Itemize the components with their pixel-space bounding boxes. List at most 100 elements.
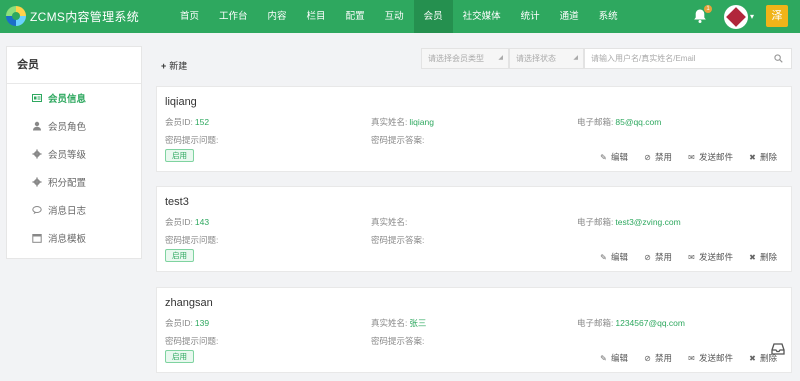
search-input[interactable]: 请输入用户名/真实姓名/Email bbox=[584, 48, 792, 69]
pwd-question-field: 密码提示问题: bbox=[165, 235, 219, 245]
delete-button[interactable]: ✖ 删除 bbox=[748, 251, 777, 263]
chevron-down-icon: ◢ bbox=[498, 55, 503, 61]
member-card: zhangsan 会员ID: 139 真实姓名: 张三 电子邮箱: 1234567@q… bbox=[156, 287, 792, 373]
sidebar-item-label: 消息日志 bbox=[48, 206, 87, 217]
edit-icon: ✎ bbox=[600, 252, 607, 262]
ban-icon: ⊘ bbox=[644, 353, 651, 363]
search-icon[interactable] bbox=[774, 54, 783, 63]
member-id-value: 139 bbox=[194, 318, 210, 328]
disable-button[interactable]: ⊘ 禁用 bbox=[643, 151, 672, 163]
edit-button[interactable]: ✎ 编辑 bbox=[599, 151, 628, 163]
inbox-icon[interactable] bbox=[770, 341, 786, 357]
notification-badge: 1 bbox=[704, 5, 712, 13]
ban-icon: ⊘ bbox=[644, 152, 651, 162]
sidebar-item-member-level[interactable]: 会员等级 bbox=[7, 140, 141, 168]
sidebar-item-points-config[interactable]: 积分配置 bbox=[7, 168, 141, 196]
status-select[interactable]: 请选择状态 ◢ bbox=[509, 48, 584, 69]
pwd-question-field: 密码提示问题: bbox=[165, 336, 219, 346]
nav-item-home[interactable]: 首页 bbox=[170, 0, 209, 33]
disable-button[interactable]: ⊘ 禁用 bbox=[643, 251, 672, 263]
nav-item-column[interactable]: 栏目 bbox=[297, 0, 336, 33]
top-nav-bar: ZCMS内容管理系统 首页 工作台 内容 栏目 配置 互动 会员 社交媒体 统计… bbox=[0, 0, 800, 33]
email-field: 电子邮箱: test3@zving.com bbox=[577, 217, 681, 227]
pwd-answer-field: 密码提示答案: bbox=[371, 135, 425, 145]
sidebar-item-member-info[interactable]: 会员信息 bbox=[7, 84, 141, 112]
mail-icon: ✉ bbox=[688, 152, 695, 162]
member-id-value: 143 bbox=[194, 217, 210, 227]
sidebar-item-label: 会员信息 bbox=[48, 94, 87, 105]
status-badge: 启用 bbox=[165, 249, 194, 262]
pwd-question-field: 密码提示问题: bbox=[165, 135, 219, 145]
member-card: liqiang 会员ID: 152 真实姓名: liqiang 电子邮箱: 85@qq… bbox=[156, 86, 792, 172]
member-type-select[interactable]: 请选择会员类型 ◢ bbox=[421, 48, 509, 69]
member-id-field: 会员ID: 139 bbox=[165, 318, 210, 328]
main-nav: 首页 工作台 内容 栏目 配置 互动 会员 社交媒体 统计 通道 系统 bbox=[170, 0, 628, 33]
sidebar-item-label: 会员角色 bbox=[48, 122, 87, 133]
sidebar-item-member-role[interactable]: 会员角色 bbox=[7, 112, 141, 140]
close-icon: ✖ bbox=[749, 152, 756, 162]
nav-item-statistics[interactable]: 统计 bbox=[511, 0, 550, 33]
email-value: test3@zving.com bbox=[615, 217, 681, 227]
email-field: 电子邮箱: 85@qq.com bbox=[577, 117, 662, 127]
plus-icon: + bbox=[161, 61, 167, 71]
nav-item-system[interactable]: 系统 bbox=[589, 0, 628, 33]
email-value: 1234567@qq.com bbox=[615, 318, 685, 328]
mail-icon: ✉ bbox=[688, 353, 695, 363]
edit-icon: ✎ bbox=[600, 353, 607, 363]
user-icon bbox=[33, 121, 41, 131]
member-type-placeholder: 请选择会员类型 bbox=[428, 54, 484, 63]
status-badge: 启用 bbox=[165, 149, 194, 162]
member-username: test3 bbox=[165, 196, 189, 208]
send-mail-button[interactable]: ✉ 发送邮件 bbox=[687, 151, 733, 163]
calendar-icon bbox=[32, 234, 42, 243]
edit-icon: ✎ bbox=[600, 152, 607, 162]
nav-item-member[interactable]: 会员 bbox=[413, 0, 453, 33]
real-name-field: 真实姓名: 张三 bbox=[371, 318, 427, 328]
avatar[interactable] bbox=[724, 5, 748, 29]
real-name-field: 真实姓名: liqiang bbox=[371, 117, 434, 127]
real-name-field: 真实姓名: bbox=[371, 217, 408, 227]
pwd-answer-field: 密码提示答案: bbox=[371, 235, 425, 245]
nav-item-interaction[interactable]: 互动 bbox=[375, 0, 414, 33]
chat-icon bbox=[32, 206, 42, 215]
email-value: 85@qq.com bbox=[615, 117, 662, 127]
edit-button[interactable]: ✎ 编辑 bbox=[599, 251, 628, 263]
gear-icon bbox=[32, 177, 42, 187]
sidebar-item-message-template[interactable]: 消息模板 bbox=[7, 224, 141, 252]
app-logo[interactable]: ZCMS内容管理系统 bbox=[6, 6, 139, 26]
member-username: zhangsan bbox=[165, 297, 213, 309]
nav-item-config[interactable]: 配置 bbox=[336, 0, 375, 33]
chevron-down-icon[interactable]: ▾ bbox=[750, 12, 754, 21]
delete-button[interactable]: ✖ 删除 bbox=[748, 151, 777, 163]
close-icon: ✖ bbox=[749, 252, 756, 262]
sidebar-item-label: 消息模板 bbox=[48, 234, 87, 245]
nav-item-workbench[interactable]: 工作台 bbox=[209, 0, 258, 33]
member-id-field: 会员ID: 143 bbox=[165, 217, 210, 227]
member-id-field: 会员ID: 152 bbox=[165, 117, 210, 127]
disable-button[interactable]: ⊘ 禁用 bbox=[643, 352, 672, 364]
logo-icon bbox=[6, 6, 26, 26]
member-id-value: 152 bbox=[194, 117, 210, 127]
nav-item-social-media[interactable]: 社交媒体 bbox=[453, 0, 511, 33]
sidebar-title: 会员 bbox=[7, 47, 141, 84]
status-badge: 启用 bbox=[165, 350, 194, 363]
pwd-answer-field: 密码提示答案: bbox=[371, 336, 425, 346]
sidebar-item-message-log[interactable]: 消息日志 bbox=[7, 196, 141, 224]
real-name-value: liqiang bbox=[409, 117, 434, 127]
send-mail-button[interactable]: ✉ 发送邮件 bbox=[687, 352, 733, 364]
gear-icon bbox=[32, 149, 42, 159]
add-button-label: 新建 bbox=[169, 61, 188, 71]
email-field: 电子邮箱: 1234567@qq.com bbox=[577, 318, 685, 328]
close-icon: ✖ bbox=[749, 353, 756, 363]
add-member-button[interactable]: + 新建 bbox=[161, 59, 187, 72]
nav-item-channel[interactable]: 通道 bbox=[550, 0, 589, 33]
nav-item-content[interactable]: 内容 bbox=[258, 0, 297, 33]
edit-button[interactable]: ✎ 编辑 bbox=[599, 352, 628, 364]
mail-icon: ✉ bbox=[688, 252, 695, 262]
member-card: test3 会员ID: 143 真实姓名: 电子邮箱: test3@zving.co… bbox=[156, 186, 792, 272]
search-placeholder: 请输入用户名/真实姓名/Email bbox=[591, 54, 696, 63]
real-name-value: 张三 bbox=[409, 318, 427, 328]
send-mail-button[interactable]: ✉ 发送邮件 bbox=[687, 251, 733, 263]
user-chip[interactable]: 泽 bbox=[766, 5, 788, 27]
status-placeholder: 请选择状态 bbox=[516, 54, 556, 63]
